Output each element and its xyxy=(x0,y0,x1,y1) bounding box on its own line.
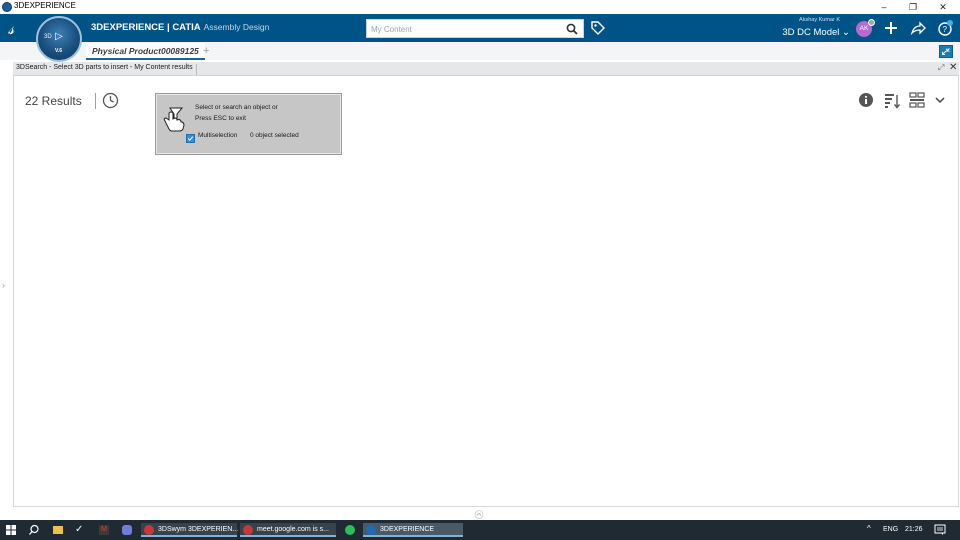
play-icon: ▷ xyxy=(55,31,63,42)
panel-title: 3DSearch - Select 3D parts to insert - M… xyxy=(16,64,197,75)
collab-space-selector[interactable]: 3D DC Model ⌄ xyxy=(770,27,850,38)
browser-icon xyxy=(243,525,253,535)
panel-header: 3DSearch - Select 3D parts to insert - M… xyxy=(13,62,959,76)
divider xyxy=(95,93,96,109)
hand-pointer-icon xyxy=(163,107,185,132)
grid-view-icon[interactable] xyxy=(909,92,925,108)
top-bar: 𝓈 3DEXPERIENCE | CATIAAssembly Design Ak… xyxy=(0,14,960,42)
tray-chevron-up-icon[interactable]: ^ xyxy=(867,524,871,533)
results-count: 22 Results xyxy=(25,94,82,108)
discord-icon[interactable] xyxy=(122,525,132,535)
minimize-button[interactable]: – xyxy=(870,0,898,14)
plus-icon[interactable] xyxy=(883,20,899,36)
clock[interactable]: 21:26 xyxy=(905,526,923,533)
selection-tooltip: Select or search an object or Press ESC … xyxy=(155,93,342,155)
taskbar-item-label: 3DEXPERIENCE xyxy=(380,526,435,533)
dassault-logo-icon: 𝓈 xyxy=(8,19,15,39)
search-box[interactable] xyxy=(366,19,584,38)
clock-icon[interactable] xyxy=(102,92,119,109)
search-taskbar-icon[interactable] xyxy=(28,523,40,537)
collapse-icon[interactable] xyxy=(939,45,953,58)
language-indicator[interactable]: ENG xyxy=(883,526,898,533)
search-icon[interactable] xyxy=(566,23,578,35)
share-icon[interactable] xyxy=(910,20,926,36)
app-logo-icon xyxy=(2,2,12,12)
tab-physical-product[interactable]: Physical Product00089125 xyxy=(86,43,205,60)
expand-panel-button[interactable]: ⤢ xyxy=(938,63,944,73)
app-m-icon[interactable]: M xyxy=(99,525,109,535)
brand-app-name: Assembly Design xyxy=(203,22,270,32)
file-explorer-icon[interactable] xyxy=(53,526,63,534)
window-title-bar: 3DEXPERIENCE – ❐ ✕ xyxy=(0,0,960,14)
multiselection-checkbox[interactable] xyxy=(186,134,195,143)
close-panel-button[interactable]: ✕ xyxy=(949,62,957,73)
app-brand: 3DEXPERIENCE | CATIA Assembly Design xyxy=(91,22,269,33)
spotify-icon[interactable] xyxy=(345,525,355,535)
model-name-label: 3D DC Model xyxy=(782,27,840,38)
taskbar-item-label: meet.google.com is s... xyxy=(257,526,329,533)
taskbar-item-3dexperience[interactable]: 3DEXPERIENCE xyxy=(363,523,463,537)
side-panel-toggle[interactable]: › xyxy=(2,280,5,290)
taskbar-item-label: 3DSwym 3DEXPERIEN... xyxy=(158,526,239,533)
brand-title: 3DEXPERIENCE | CATIA xyxy=(91,22,201,33)
help-icon[interactable]: ? xyxy=(937,20,953,36)
notification-icon[interactable] xyxy=(934,523,946,537)
sort-icon[interactable] xyxy=(884,92,901,109)
restore-button[interactable]: ❐ xyxy=(899,0,927,14)
taskbar-item-meet[interactable]: meet.google.com is s... xyxy=(240,523,336,537)
selected-count: 0 object selected xyxy=(250,132,299,139)
chevron-down-icon[interactable] xyxy=(934,94,946,106)
search-input[interactable] xyxy=(371,22,561,36)
status-dot xyxy=(868,19,875,26)
tab-bar: Physical Product00089125 + xyxy=(0,42,960,60)
3dexperience-icon xyxy=(366,525,376,535)
3dswym-icon xyxy=(144,525,154,535)
taskbar: ✓ M 3DSwym 3DEXPERIEN... meet.google.com… xyxy=(0,520,960,540)
compass-version: V.6 xyxy=(55,48,63,54)
selection-instruction: Select or search an object or xyxy=(195,104,278,111)
multiselection-label: Multiselection xyxy=(198,132,238,139)
taskbar-item-3dswym[interactable]: 3DSwym 3DEXPERIEN... xyxy=(141,523,239,537)
svg-text:?: ? xyxy=(943,25,948,34)
chevron-up-icon[interactable] xyxy=(473,510,485,519)
compass-widget[interactable]: 3D ▷ V.6 xyxy=(36,16,82,62)
close-window-button[interactable]: ✕ xyxy=(929,0,957,14)
selection-escape-hint: Press ESC to exit xyxy=(195,115,246,122)
windows-start-icon[interactable] xyxy=(5,523,17,537)
info-icon[interactable] xyxy=(858,92,874,108)
window-title: 3DEXPERIENCE xyxy=(14,1,76,10)
compass-3d-label: 3D xyxy=(44,34,52,40)
user-name: Akshay Kumar K xyxy=(799,17,840,23)
steam-icon[interactable]: ✓ xyxy=(75,523,87,537)
add-tab-button[interactable]: + xyxy=(203,45,209,57)
tag-icon[interactable] xyxy=(590,20,606,36)
